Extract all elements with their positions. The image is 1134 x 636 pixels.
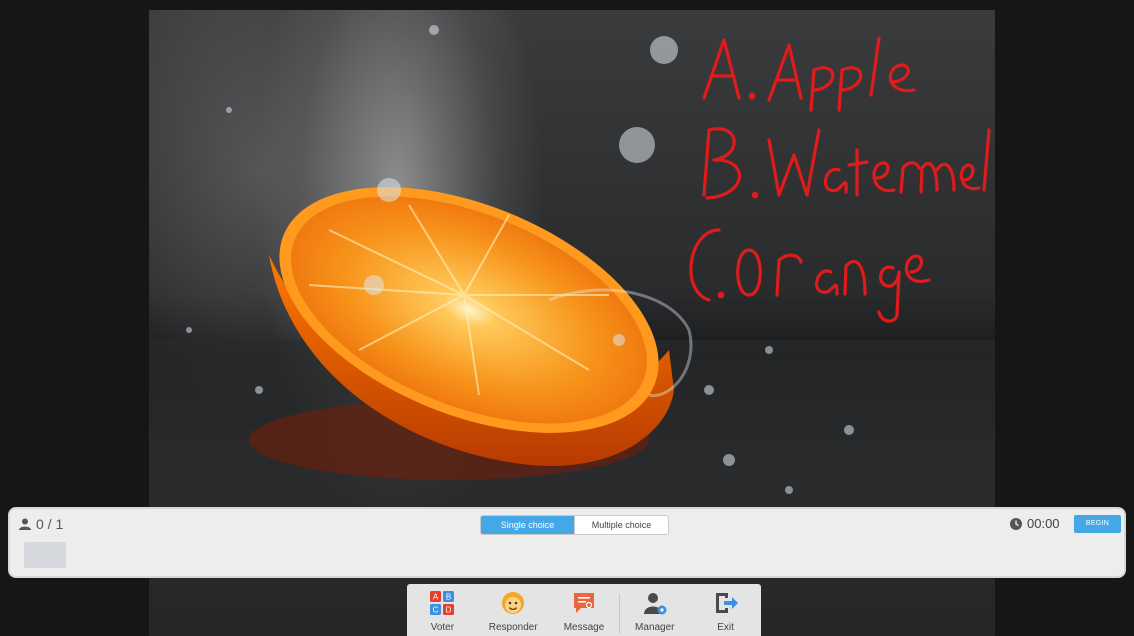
exit-label: Exit bbox=[717, 622, 734, 633]
manager-label: Manager bbox=[635, 622, 675, 633]
voting-panel: 0 / 1 Single choice Multiple choice 00:0… bbox=[8, 507, 1126, 578]
svg-text:A: A bbox=[433, 593, 439, 602]
participant-counter: 0 / 1 bbox=[19, 516, 63, 532]
svg-text:D: D bbox=[446, 606, 452, 615]
ink-annotations bbox=[689, 36, 991, 323]
exit-button[interactable]: Exit bbox=[690, 584, 761, 636]
user-gear-icon bbox=[643, 593, 667, 615]
response-slot bbox=[24, 542, 66, 568]
message-label: Message bbox=[563, 622, 605, 633]
svg-text:B: B bbox=[446, 593, 451, 602]
single-choice-tab[interactable]: Single choice bbox=[481, 516, 574, 534]
person-icon bbox=[19, 518, 31, 530]
begin-button[interactable]: BEGIN bbox=[1074, 515, 1121, 533]
clock-icon bbox=[1010, 517, 1022, 530]
voter-button[interactable]: AB CD Voter bbox=[407, 584, 478, 636]
abcd-grid-icon: AB CD bbox=[430, 591, 455, 615]
manager-button[interactable]: Manager bbox=[619, 584, 690, 636]
timer-value: 00:00 bbox=[1027, 516, 1060, 531]
choice-mode-toggle: Single choice Multiple choice bbox=[480, 515, 669, 535]
timer: 00:00 bbox=[1010, 516, 1060, 531]
voter-label: Voter bbox=[430, 622, 455, 633]
bottom-toolbar: AB CD Voter Responder Message Manager Ex… bbox=[407, 584, 761, 636]
participant-count: 0 / 1 bbox=[36, 516, 64, 532]
emoji-face-icon bbox=[502, 592, 525, 614]
exit-icon bbox=[715, 593, 738, 613]
multiple-choice-tab[interactable]: Multiple choice bbox=[574, 516, 668, 534]
responder-button[interactable]: Responder bbox=[478, 584, 549, 636]
toolbar-divider bbox=[619, 594, 620, 634]
responder-label: Responder bbox=[488, 622, 538, 633]
message-button[interactable]: Message bbox=[549, 584, 620, 636]
message-icon bbox=[573, 593, 594, 613]
svg-text:C: C bbox=[433, 606, 439, 615]
